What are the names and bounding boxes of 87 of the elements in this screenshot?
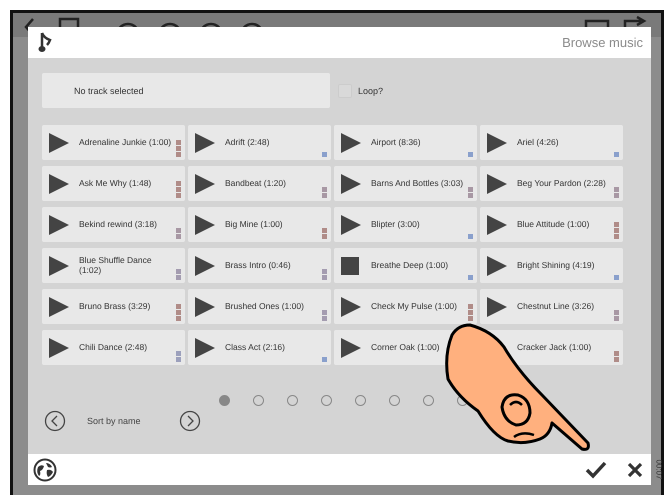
close-icon[interactable] [627,462,643,478]
track-tile[interactable]: Check My Pulse (1:00) [334,289,477,324]
page-dot[interactable] [355,395,366,406]
page-dot[interactable] [253,395,264,406]
play-icon[interactable] [48,254,70,276]
music-note-icon [38,32,52,54]
next-button[interactable] [178,410,201,432]
sort-label: Sort by name [87,416,141,426]
track-title: Airport (8:36) [371,138,422,148]
page-dot[interactable] [321,395,332,406]
play-icon[interactable] [486,254,508,276]
track-title: Corner Oak (1:00) [371,342,440,352]
play-icon[interactable] [194,336,216,358]
stop-icon[interactable] [340,254,362,276]
track-title: Bright Shining (4:19) [517,260,596,270]
play-icon[interactable] [340,296,362,318]
track-tile[interactable]: Airport (8:36) [334,125,477,160]
track-tile[interactable]: Chestnut Line (3:26) [480,289,623,324]
play-icon[interactable] [486,214,508,236]
track-title: Bruno Brass (3:29) [79,302,152,312]
track-tile[interactable]: Adrenaline Junkie (1:00) [42,125,185,160]
play-icon[interactable] [340,132,362,154]
globe-icon[interactable] [33,458,57,482]
track-title: Bandbeat (1:20) [225,178,287,188]
play-icon[interactable] [340,214,362,236]
play-icon[interactable] [48,336,70,358]
track-title: Adrenaline Junkie (1:00) [79,138,172,148]
page-dot[interactable] [423,395,434,406]
play-icon[interactable] [194,172,216,194]
track-tile[interactable]: Bright Shining (4:19) [480,248,623,283]
track-title: Chestnut Line (3:26) [517,302,596,312]
dialog-title: Browse music [562,35,643,50]
track-tile[interactable]: Brass Intro (0:46) [188,248,331,283]
track-title: Ariel (4:26) [517,138,560,148]
play-icon[interactable] [194,214,216,236]
track-tile[interactable]: Big Mine (1:00) [188,207,331,242]
page-dot[interactable] [287,395,298,406]
page-dot[interactable] [389,395,400,406]
play-icon[interactable] [486,172,508,194]
play-icon[interactable] [48,132,70,154]
play-icon[interactable] [194,132,216,154]
play-icon[interactable] [48,296,70,318]
track-title: Blue Attitude (1:00) [517,220,590,230]
track-title: Blue Shuffle Dance (1:02) [79,256,153,276]
track-tile[interactable]: Blue Shuffle Dance (1:02) [42,248,185,283]
track-tile[interactable]: Beg Your Pardon (2:28) [480,166,623,201]
loop-label: Loop? [358,86,384,96]
play-icon[interactable] [486,296,508,318]
track-title: Chili Dance (2:48) [79,342,148,352]
track-title: Bekind rewind (3:18) [79,220,158,230]
track-title: Breathe Deep (1:00) [371,260,450,270]
track-title: Brass Intro (0:46) [225,260,292,270]
track-tile[interactable]: Blue Attitude (1:00) [480,207,623,242]
track-tile[interactable]: Ask Me Why (1:48) [42,166,185,201]
track-title: Cracker Jack (1:00) [517,342,592,352]
page-dot[interactable] [219,395,230,406]
track-title: Brushed Ones (1:00) [225,302,305,312]
track-tile[interactable]: Ariel (4:26) [480,125,623,160]
play-icon[interactable] [194,296,216,318]
track-tile[interactable]: Bekind rewind (3:18) [42,207,185,242]
play-icon[interactable] [340,336,362,358]
track-title: Class Act (2:16) [225,342,286,352]
confirm-check-icon[interactable] [585,460,607,478]
play-icon[interactable] [48,214,70,236]
track-tile[interactable]: Blipter (3:00) [334,207,477,242]
clock-time: 00:07 [654,459,664,480]
track-title: Big Mine (1:00) [225,220,284,230]
track-title: Barns And Bottles (3:03) [371,178,464,188]
play-icon[interactable] [194,254,216,276]
track-tile[interactable]: Bruno Brass (3:29) [42,289,185,324]
track-title: Beg Your Pardon (2:28) [517,178,607,188]
play-icon[interactable] [340,172,362,194]
track-tile[interactable]: Chili Dance (2:48) [42,330,185,365]
track-title: Check My Pulse (1:00) [371,302,458,312]
track-title: Blipter (3:00) [371,220,421,230]
track-tile[interactable]: Breathe Deep (1:00) [334,248,477,283]
track-tile[interactable]: Barns And Bottles (3:03) [334,166,477,201]
track-tile[interactable]: Adrift (2:48) [188,125,331,160]
play-icon[interactable] [48,172,70,194]
track-tile[interactable]: Bandbeat (1:20) [188,166,331,201]
track-tile[interactable]: Brushed Ones (1:00) [188,289,331,324]
track-title: Adrift (2:48) [225,138,270,148]
track-title: Ask Me Why (1:48) [79,178,152,188]
play-icon[interactable] [486,132,508,154]
previous-button[interactable] [44,410,66,432]
track-tile[interactable]: Class Act (2:16) [188,330,331,365]
selected-track-field[interactable]: No track selected [42,73,330,108]
